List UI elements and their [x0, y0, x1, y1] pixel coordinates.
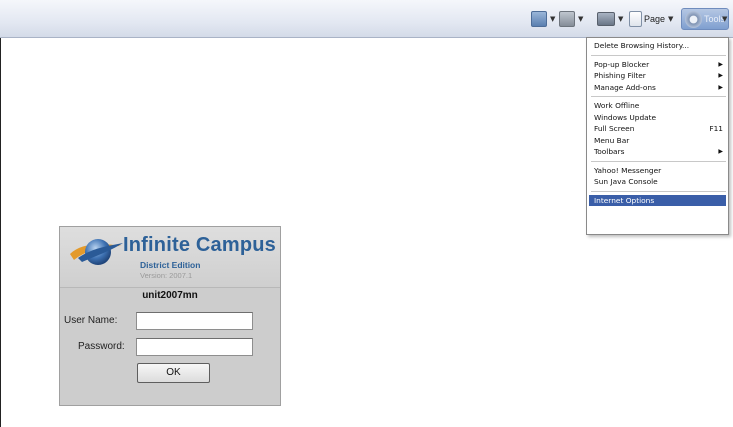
submenu-arrow-icon: ▶	[718, 60, 723, 68]
password-input[interactable]	[136, 338, 253, 356]
gear-icon	[685, 10, 702, 28]
menu-item-yahoo-messenger[interactable]: Yahoo! Messenger	[587, 165, 728, 177]
home-icon	[531, 11, 547, 27]
submenu-arrow-icon: ▶	[718, 83, 723, 91]
password-label: Password:	[78, 341, 125, 352]
feeds-button[interactable]: ▼	[559, 9, 583, 29]
username-label: User Name:	[64, 315, 118, 326]
edition-label: District Edition	[140, 260, 201, 270]
ok-button[interactable]: OK	[137, 363, 210, 383]
menu-item-toolbars[interactable]: Toolbars ▶	[587, 146, 728, 158]
menu-item-label: Sun Java Console	[594, 177, 658, 186]
chevron-down-icon[interactable]: ▼	[618, 15, 623, 23]
menu-item-shortcut: F11	[709, 124, 723, 133]
menu-item-manage-addons[interactable]: Manage Add-ons ▶	[587, 82, 728, 94]
menu-item-label: Delete Browsing History...	[594, 41, 690, 50]
infinite-campus-logo-icon	[70, 239, 123, 265]
menu-item-sun-java-console[interactable]: Sun Java Console	[587, 176, 728, 188]
chevron-down-icon[interactable]: ▼	[550, 15, 555, 23]
site-name: unit2007mn	[142, 290, 198, 301]
page-button[interactable]: Page ▼	[629, 9, 673, 29]
username-input[interactable]	[136, 312, 253, 330]
menu-item-popup-blocker[interactable]: Pop-up Blocker ▶	[587, 59, 728, 71]
menu-item-label: Internet Options	[594, 195, 655, 205]
page-button-label: Page	[644, 14, 666, 24]
menu-item-label: Work Offline	[594, 101, 640, 110]
menu-item-label: Full Screen	[594, 124, 635, 133]
menu-separator	[591, 54, 726, 56]
submenu-arrow-icon: ▶	[718, 72, 723, 79]
page-icon	[629, 11, 642, 27]
menu-item-label: Yahoo! Messenger	[594, 165, 662, 175]
menu-item-label: Pop-up Blocker	[594, 59, 650, 69]
menu-item-label: Phishing Filter	[594, 71, 646, 80]
menu-separator	[591, 160, 726, 162]
menu-item-internet-options[interactable]: Internet Options	[589, 194, 726, 206]
menu-item-label: Windows Update	[594, 112, 657, 122]
print-button[interactable]: ▼	[597, 9, 623, 29]
print-icon	[597, 12, 615, 26]
menu-item-work-offline[interactable]: Work Offline	[587, 100, 728, 112]
home-button[interactable]: ▼	[531, 9, 555, 29]
menu-item-windows-update[interactable]: Windows Update	[587, 112, 728, 124]
menu-separator	[591, 96, 726, 97]
tools-menu: Delete Browsing History... Pop-up Blocke…	[586, 37, 729, 235]
menu-item-label: Menu Bar	[594, 135, 630, 145]
menu-item-label: Toolbars	[594, 147, 625, 156]
browser-toolbar: ▼ ▼ ▼ Page ▼ Tools ▼	[0, 0, 733, 38]
chevron-down-icon[interactable]: ▼	[578, 15, 583, 23]
login-panel: Infinite Campus District Edition Version…	[59, 226, 281, 406]
menu-item-full-screen[interactable]: Full Screen F11	[587, 123, 728, 135]
submenu-arrow-icon: ▶	[718, 148, 723, 155]
menu-separator	[591, 190, 726, 192]
version-label: Version: 2007.1	[140, 271, 193, 280]
chevron-down-icon: ▼	[722, 15, 728, 23]
feed-icon	[559, 11, 575, 27]
menu-item-phishing-filter[interactable]: Phishing Filter ▶	[587, 70, 728, 82]
menu-item-menu-bar[interactable]: Menu Bar	[587, 135, 728, 147]
menu-item-delete-browsing-history[interactable]: Delete Browsing History...	[587, 40, 728, 52]
tools-dropdown-arrow[interactable]: ▼	[719, 9, 727, 29]
chevron-down-icon: ▼	[668, 15, 674, 23]
login-header: Infinite Campus District Edition Version…	[60, 227, 280, 288]
brand-title: Infinite Campus	[123, 234, 277, 256]
menu-item-label: Manage Add-ons	[594, 82, 656, 92]
